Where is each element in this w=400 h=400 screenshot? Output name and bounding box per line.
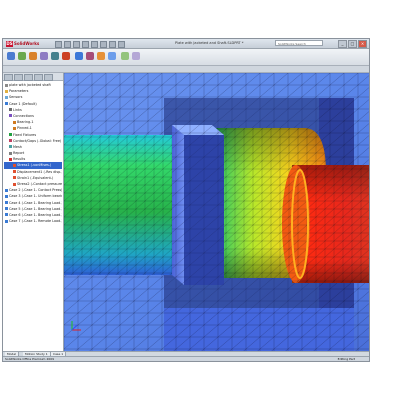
minimize-button[interactable]: _ [338,40,347,48]
compare-icon[interactable] [86,52,94,60]
tree-item-label: Connections [13,113,34,118]
save-icon[interactable] [73,41,80,48]
search-input[interactable]: SolidWorks Search [275,40,323,46]
tree-item-label: Case 1 (Default) [9,101,37,106]
tree-item-label: Displacement1 (-Res disp-) [17,169,62,174]
close-button[interactable]: × [358,40,367,48]
mesh-icon[interactable] [51,52,59,60]
open-icon[interactable] [64,41,71,48]
appearance-tab-icon[interactable] [44,74,53,81]
solidworks-logo-icon: DS [6,40,13,47]
study-icon [5,213,8,217]
part-icon [5,83,8,87]
link-icon [9,108,12,112]
study-icon[interactable] [7,52,15,60]
tree-item-label: Pinned-1 [17,126,32,131]
status-right: Editing Part [337,357,355,361]
brand-name: SolidWorks [14,41,40,46]
contact-icon [9,139,12,143]
tree-item-label: Stress1 (-vonMises-) [17,163,52,168]
print-icon[interactable] [82,41,89,48]
feature-manager-tab-icon[interactable] [4,74,13,81]
select-icon[interactable] [100,41,107,48]
tree-item-label: Case 5 (-Case 1- Bearing Load-) [9,206,62,211]
study-icon [5,188,8,192]
study-icon [5,102,8,106]
plot-icon [13,170,16,174]
connections-icon[interactable] [40,52,48,60]
plot-tools-icon[interactable] [132,52,140,60]
simulation-advisor-icon[interactable] [121,52,129,60]
maximize-button[interactable]: □ [348,40,357,48]
folder-icon [5,89,8,93]
tree-item-label: Stress2 (-Contact pressure-) [17,182,62,186]
plot-icon [13,182,16,186]
shaft-right-high-stress [282,165,369,283]
study-icon [5,207,8,211]
feature-manager-panel: plate with jacketed shaft Parameters Senso… [3,73,64,351]
fixture-icon [9,133,12,136]
tree-item-label: Case 2 (-Case 1- Contact Press) [9,188,62,193]
graphics-viewport[interactable] [64,73,369,351]
configuration-manager-tab-icon[interactable] [24,74,33,81]
fixtures-icon[interactable] [18,52,26,60]
property-manager-tab-icon[interactable] [14,74,23,81]
options-icon[interactable] [118,41,125,48]
square-flange [172,125,224,285]
plot-icon [13,176,16,180]
tree-item-label: Results [13,157,26,162]
study-icon [5,194,8,198]
status-bar: SolidWorks Office Premium 2009 Editing P… [3,356,369,361]
study-icon [5,201,8,205]
tree-item-label: Bearing-1 [17,120,34,125]
plot-icon [13,163,16,167]
panel-tabs [3,73,63,81]
view-triad-icon [71,321,81,331]
results-icon [9,157,12,161]
app-logo[interactable]: DS SolidWorks [6,40,39,47]
tree-item-label: Case 6 (-Case 1- Bearing Load-) [9,212,62,217]
pin-icon [13,126,16,130]
title-bar: DS SolidWorks Plate with Jacketed and Sh… [3,39,369,49]
tree-item-label: Fixed Fixtures [13,132,37,137]
command-manager [3,49,369,66]
tree-item-label: Case 4 (-Case 1- Bearing Load-) [9,200,62,205]
report-icon[interactable] [97,52,105,60]
status-left: SolidWorks Office Premium 2009 [5,357,55,361]
tree-item-label: Links [13,107,22,112]
tree-item-label: Mesh [13,144,22,149]
tree-item-label: Report [13,151,25,156]
study-icon [5,219,8,223]
report-icon [9,151,12,155]
rebuild-icon[interactable] [109,41,116,48]
run-icon[interactable] [62,52,70,60]
design-insight-icon[interactable] [108,52,116,60]
undo-icon[interactable] [91,41,98,48]
sensor-icon [5,95,8,99]
tree-item-label: Case 7 (-Case 1- Remote Load-) [9,219,62,224]
tree-item-label: Contact/Gaps (-Global: Free) [13,138,62,143]
application-window: DS SolidWorks Plate with Jacketed and Sh… [2,38,370,362]
tree-item[interactable]: Case 7 (-Case 1- Remote Load-) [4,218,62,224]
results-icon[interactable] [75,52,83,60]
tree-item-label: Strain1 (-Equivalent-) [17,175,54,180]
quick-access-toolbar [55,41,125,48]
simulation-study-tree: plate with jacketed shaft Parameters Senso… [4,82,62,224]
window-controls: _ □ × [338,40,367,48]
tree-item-label: Parameters [9,89,29,94]
new-document-icon[interactable] [55,41,62,48]
connection-icon [9,114,12,118]
command-manager-tabs [3,66,369,73]
fea-stress-plot [64,73,369,351]
window-title: Plate with Jacketed and Shaft.SLDPRT * [175,41,244,45]
tree-item-label: Case 3 (-Case 1- Uniform bearing) [9,194,62,199]
tree-item-label: Sensors [9,95,23,100]
dimxpert-tab-icon[interactable] [34,74,43,81]
loads-icon[interactable] [29,52,37,60]
mesh-icon [9,145,12,149]
tree-item-label: plate with jacketed shaft [9,83,51,87]
bearing-icon [13,120,16,124]
